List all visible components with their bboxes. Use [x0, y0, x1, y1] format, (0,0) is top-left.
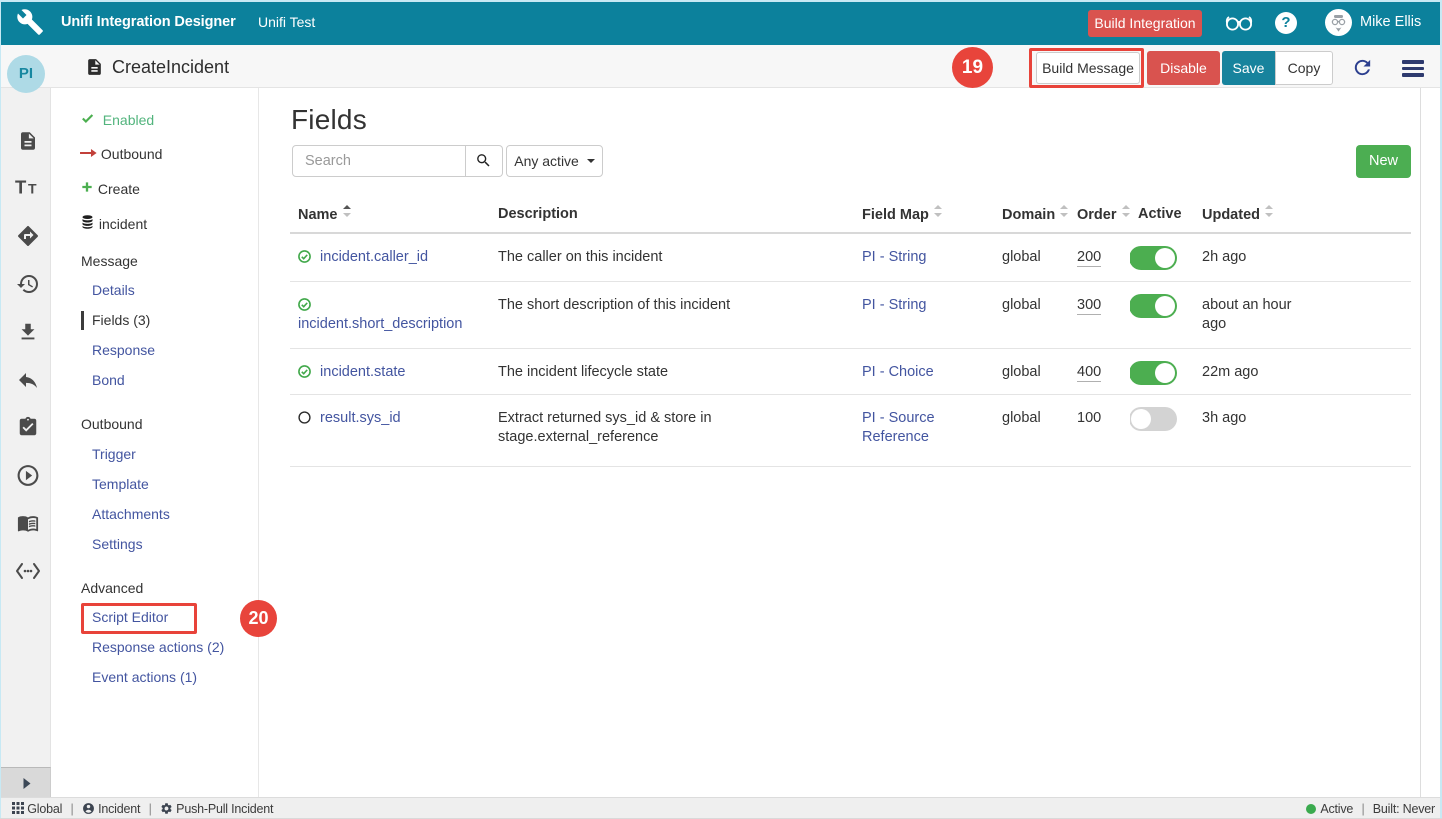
svg-text:T: T	[28, 181, 37, 197]
svg-text:T: T	[15, 177, 27, 197]
